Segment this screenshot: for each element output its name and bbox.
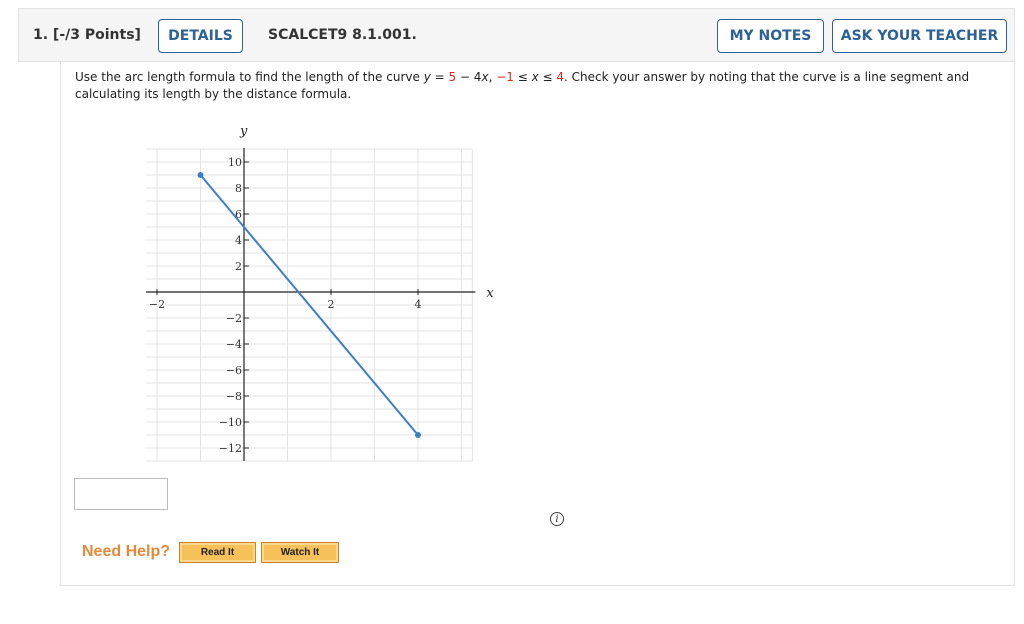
- y-tick-label: −6: [226, 364, 242, 377]
- y-tick-label: −4: [226, 338, 242, 351]
- y-tick-label: 8: [235, 182, 242, 195]
- answer-input[interactable]: [74, 478, 168, 510]
- x-tick-label: −2: [149, 298, 165, 311]
- details-button[interactable]: DETAILS: [158, 19, 243, 53]
- x-tick-label: 4: [415, 298, 422, 311]
- read-it-button[interactable]: Read It: [179, 542, 256, 563]
- y-tick-label: 4: [235, 234, 242, 247]
- question-header: 1. [-/3 Points] DETAILS SCALCET9 8.1.001…: [18, 8, 1015, 62]
- y-tick-label: −12: [219, 442, 242, 455]
- my-notes-button[interactable]: MY NOTES: [717, 19, 824, 53]
- y-tick-label: −10: [219, 416, 242, 429]
- line-segment-graph: xy−2 2 4108642−2−4−6−8−10−12: [146, 124, 494, 462]
- y-tick-label: −2: [226, 312, 242, 325]
- question-body: Use the arc length formula to find the l…: [60, 62, 1015, 586]
- ask-teacher-button[interactable]: ASK YOUR TEACHER: [832, 19, 1007, 53]
- y-tick-label: 10: [228, 156, 242, 169]
- segment-end-point: [415, 432, 421, 438]
- x-axis-label: x: [486, 286, 494, 301]
- problem-code: SCALCET9 8.1.001.: [268, 27, 417, 43]
- question-points: 1. [-/3 Points]: [33, 27, 141, 43]
- y-tick-label: −8: [226, 390, 242, 403]
- segment-start-point: [197, 172, 204, 178]
- y-axis-label: y: [239, 124, 248, 139]
- x-tick-label: 2: [328, 298, 335, 311]
- y-tick-label: 2: [235, 260, 242, 273]
- need-help-label: Need Help?: [82, 543, 171, 560]
- question-prompt: Use the arc length formula to find the l…: [75, 70, 970, 101]
- info-icon[interactable]: i: [550, 512, 564, 526]
- watch-it-button[interactable]: Watch It: [261, 542, 339, 563]
